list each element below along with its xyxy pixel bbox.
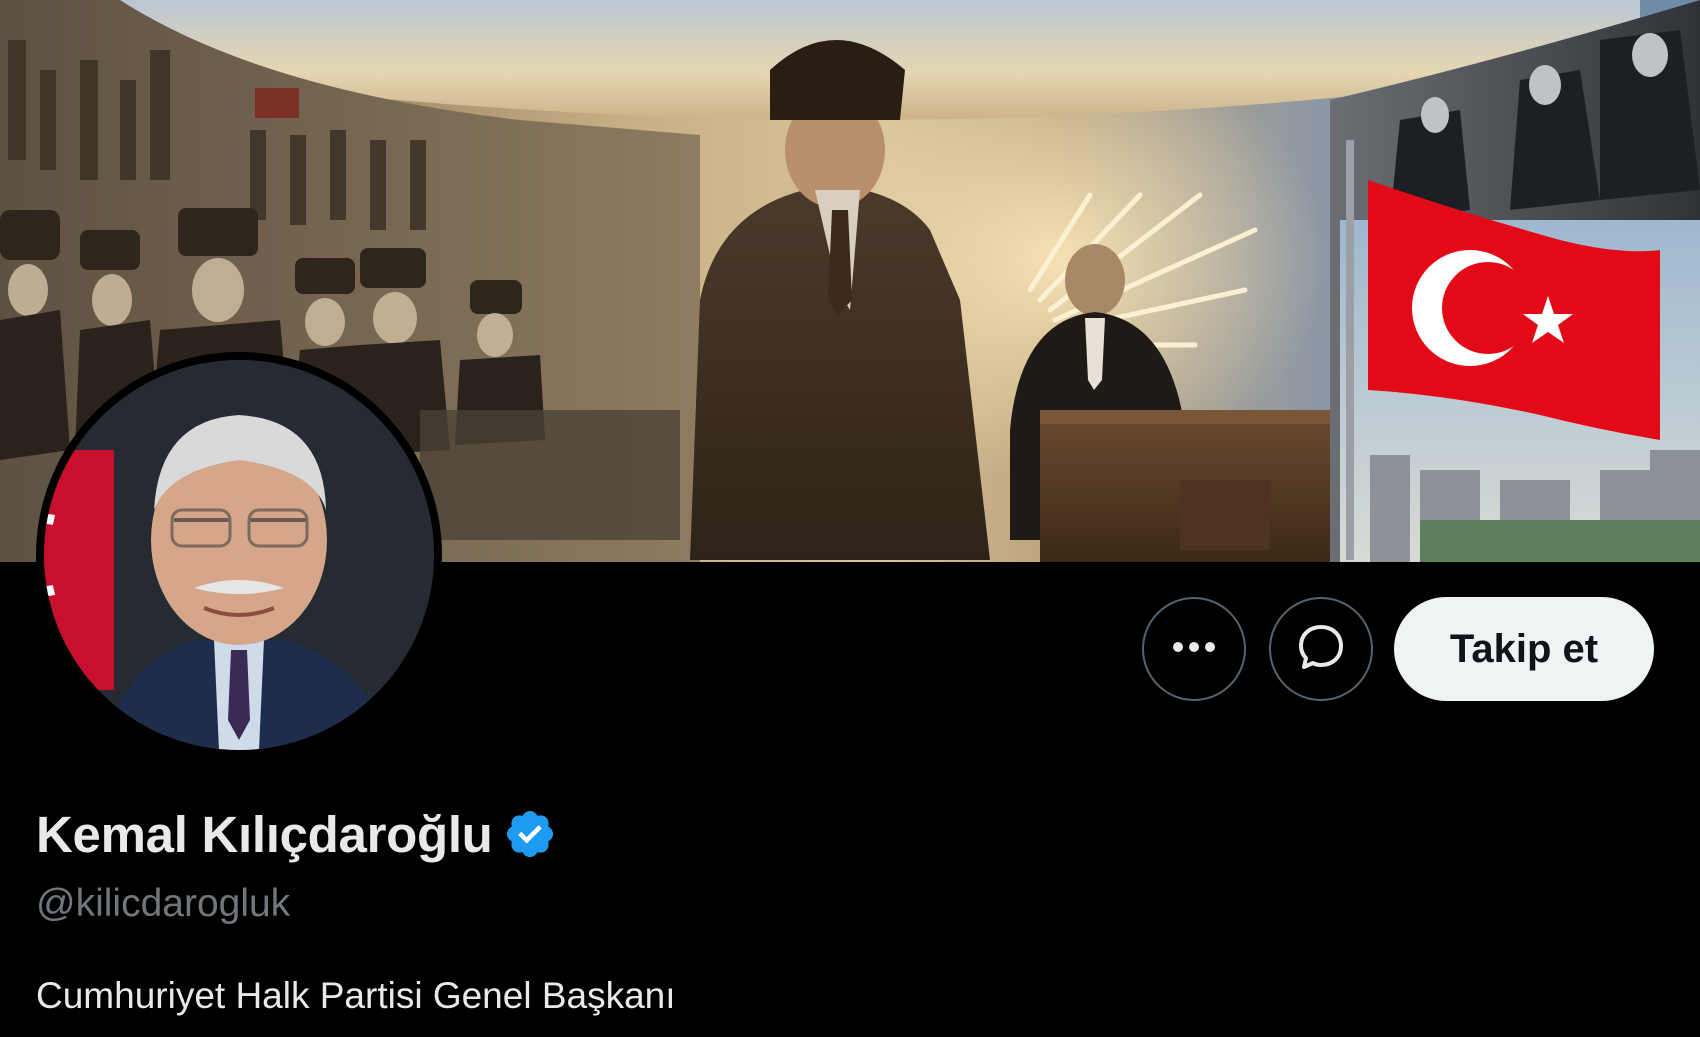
profile-page: Takip et Kemal Kılıçdaroğlu @kilicdarogl… bbox=[0, 0, 1700, 1037]
avatar-photo bbox=[44, 360, 434, 750]
follow-button[interactable]: Takip et bbox=[1394, 597, 1654, 701]
display-name: Kemal Kılıçdaroğlu bbox=[36, 805, 493, 863]
profile-bio: Cumhuriyet Halk Partisi Genel Başkanı bbox=[36, 975, 676, 1016]
message-button[interactable] bbox=[1269, 597, 1373, 701]
profile-avatar[interactable] bbox=[36, 352, 442, 758]
message-bubble-icon bbox=[1296, 622, 1346, 677]
verified-badge-icon[interactable] bbox=[503, 807, 557, 861]
more-options-button[interactable] bbox=[1142, 597, 1246, 701]
follow-button-label: Takip et bbox=[1449, 626, 1599, 671]
more-horizontal-icon bbox=[1172, 640, 1216, 658]
profile-handle: @kilicdarogluk bbox=[36, 882, 291, 925]
profile-name-row: Kemal Kılıçdaroğlu bbox=[36, 804, 557, 864]
